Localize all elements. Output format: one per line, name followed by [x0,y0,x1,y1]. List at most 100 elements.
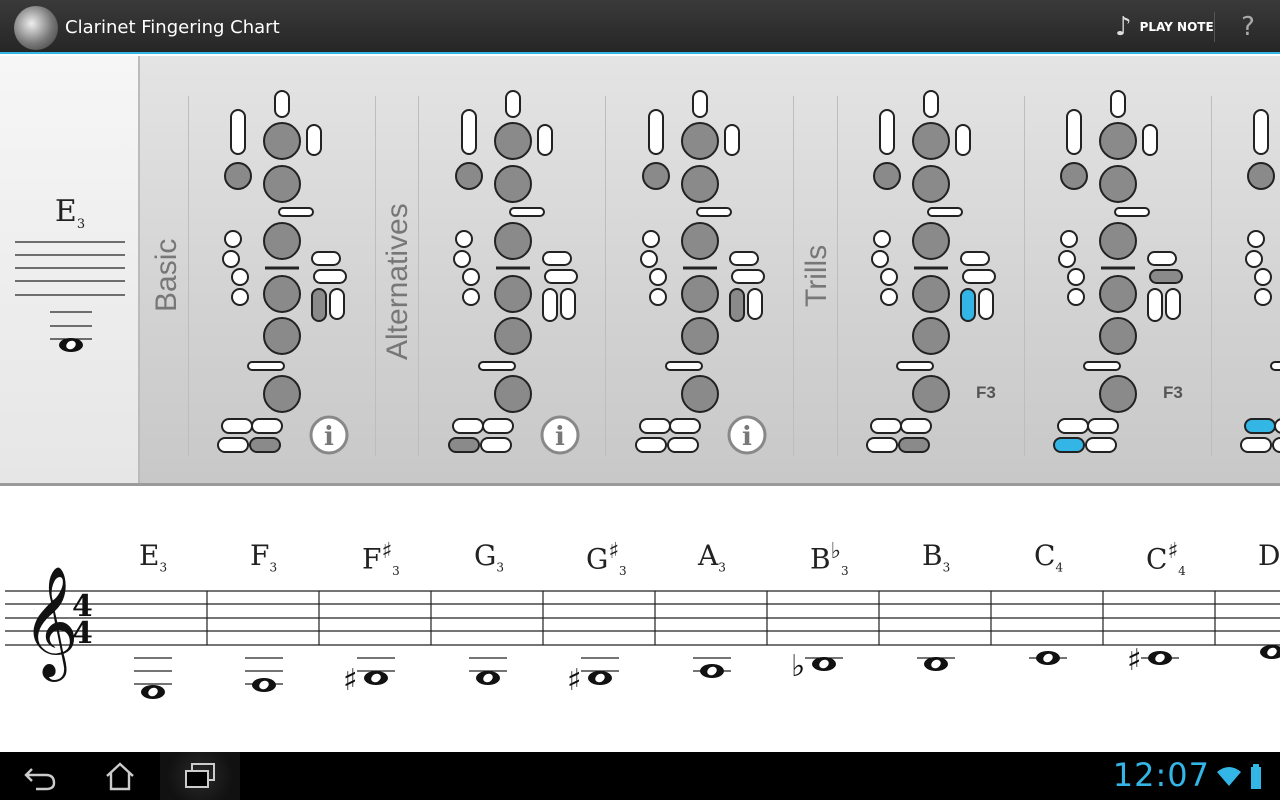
note-label[interactable]: B3 [922,539,950,575]
tone-hole [912,317,950,355]
tone-hole [681,122,719,160]
note-name: E [139,539,160,572]
note-accidental: ♭ [830,539,841,564]
pinky-key [448,437,480,453]
note-label[interactable]: D [1258,539,1280,572]
side-key-small [880,268,898,286]
side-key-small [1060,230,1078,248]
note-label[interactable]: B♭3 [810,539,849,578]
pinky-key [667,437,699,453]
side-key-small [462,268,480,286]
back-button[interactable] [0,752,80,800]
pinky-key [1244,418,1276,434]
side-key-small [649,288,667,306]
help-button[interactable]: ? [1230,10,1266,44]
recent-apps-button[interactable] [160,752,240,800]
note-label[interactable]: A3 [698,539,726,575]
pinky-key [635,437,667,453]
note-octave: 3 [269,560,278,575]
register-key-left [648,109,664,155]
register-key-top [274,90,290,118]
note-selector-staff[interactable]: 𝄞 4 4 ♯ ♯ ♭ ♯ E3 F3 F♯3 G3 G♯3 A3 B♭3 B3 C4 C♯4 D [0,489,1280,751]
info-icon-label: i [324,422,334,452]
side-key [509,207,545,217]
note-octave: 4 [1055,560,1064,575]
fingering-diagram-basic[interactable]: i [200,56,370,483]
side-key-small [1247,230,1265,248]
note-label[interactable]: E3 [139,539,167,575]
note-accidental: ♯ [608,539,620,564]
current-note-box: E3 [0,56,140,483]
side-key [1270,361,1280,371]
trill-key [542,288,558,322]
side-key-small [455,230,473,248]
register-key-right [724,124,740,156]
pinky-key [480,437,512,453]
fingering-diagram-alternative[interactable]: i [431,56,601,483]
separator [418,96,419,456]
tone-hole [681,375,719,413]
fingering-panel[interactable]: E3 Basic Alternatives Trills i i i F3 F3 [0,56,1280,486]
note-label[interactable]: C4 [1034,539,1063,575]
note-octave: 3 [718,560,726,575]
pinky-key [1087,418,1119,434]
separator [1211,96,1212,456]
note-label[interactable]: G3 [474,539,504,575]
note-name: C [1146,542,1168,576]
side-key-small [642,230,660,248]
accidental-symbol: ♯ [567,663,582,698]
pinky-key [249,437,281,453]
current-note-staff [15,241,125,352]
side-key-small [231,268,249,286]
pinky-key [898,437,930,453]
wifi-icon [1217,767,1241,786]
separator [375,96,376,456]
side-key-small [222,250,240,268]
tone-hole [263,165,301,203]
tone-hole [912,122,950,160]
tone-hole [912,222,950,260]
register-key-top [505,90,521,118]
pinky-key [217,437,249,453]
tone-hole [912,375,950,413]
treble-clef-icon: 𝄞 [22,565,79,682]
note-name: F [362,542,382,576]
note-octave: 4 [1178,563,1186,578]
fingering-diagram-alternative[interactable]: i [618,56,788,483]
trill-key [311,288,327,322]
note-label[interactable]: F3 [250,539,277,575]
tone-hole [681,165,719,203]
pinky-key [639,418,671,434]
tone-hole [1099,222,1137,260]
action-bar: Clarinet Fingering Chart ♪ PLAY NOTE ? [0,0,1280,54]
note-label[interactable]: C♯4 [1146,539,1186,578]
play-note-button[interactable]: ♪ PLAY NOTE [1115,10,1214,44]
separator [188,96,189,456]
side-key-small [871,250,889,268]
note-name: D [1258,539,1280,572]
tone-hole [1099,275,1137,313]
side-key [665,361,703,371]
back-icon [24,768,56,791]
home-icon [106,762,134,791]
separator [793,96,794,456]
register-key-left [461,109,477,155]
time-signature-bottom: 4 [72,616,93,651]
side-key-right [542,251,572,266]
home-button[interactable] [80,752,160,800]
trill-key [1165,288,1181,320]
fingering-diagram-trill[interactable]: F3 [849,56,1019,483]
thumb-hole [455,162,483,190]
accidental-symbol: ♭ [791,649,805,684]
note-label[interactable]: F♯3 [362,539,400,578]
trill-target-label: F3 [976,383,996,402]
fingering-diagram-trill[interactable]: F3 [1036,56,1206,483]
note-label[interactable]: G♯3 [586,539,627,578]
tone-hole [1099,122,1137,160]
clarinet-app-icon[interactable] [14,6,58,50]
fingering-diagram-trill-partial[interactable] [1223,56,1280,483]
trill-target-label: F3 [1163,383,1183,402]
trill-key [1147,288,1163,322]
recent-apps-icon [185,763,215,788]
register-key-left [1066,109,1082,155]
